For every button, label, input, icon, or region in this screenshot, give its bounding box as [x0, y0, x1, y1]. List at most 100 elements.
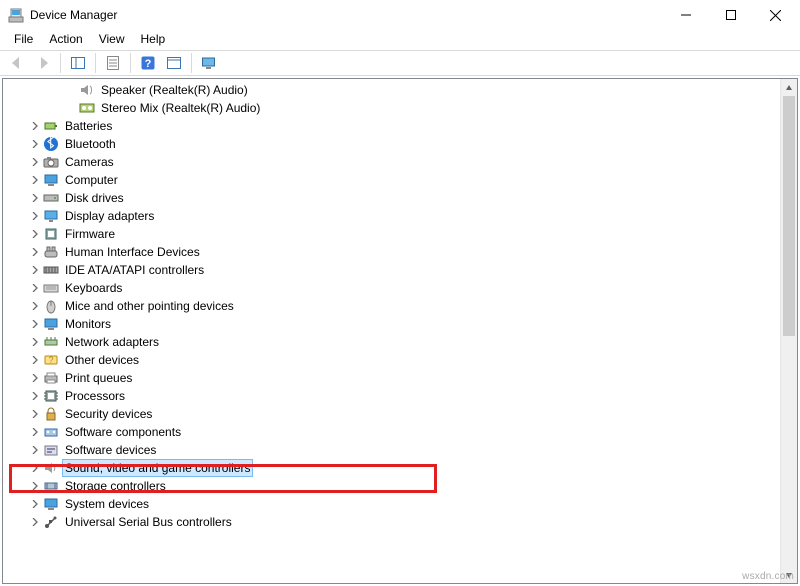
maximize-button[interactable]: [708, 0, 753, 30]
tree-item[interactable]: Software components: [3, 423, 780, 441]
toolbar-separator: [130, 53, 131, 73]
scan-hardware-button[interactable]: [162, 52, 186, 74]
tree-item-label: Software devices: [63, 442, 158, 458]
usb-icon: [43, 514, 59, 530]
tree-item-label: Network adapters: [63, 334, 161, 350]
menu-view[interactable]: View: [91, 30, 133, 48]
forward-button[interactable]: [31, 52, 55, 74]
tree-item-label: IDE ATA/ATAPI controllers: [63, 262, 206, 278]
tree-item[interactable]: Network adapters: [3, 333, 780, 351]
expander-icon[interactable]: [27, 514, 43, 530]
expander-icon[interactable]: [27, 280, 43, 296]
tree-item-label: Keyboards: [63, 280, 124, 296]
tree-item[interactable]: IDE ATA/ATAPI controllers: [3, 261, 780, 279]
scroll-up-button[interactable]: [781, 79, 797, 96]
tree-item[interactable]: Universal Serial Bus controllers: [3, 513, 780, 531]
monitor-icon: [43, 316, 59, 332]
tree-item[interactable]: Keyboards: [3, 279, 780, 297]
ide-icon: [43, 262, 59, 278]
content-pane: Speaker (Realtek(R) Audio)Stereo Mix (Re…: [2, 78, 798, 584]
sound-icon: [43, 460, 59, 476]
softdev-icon: [43, 442, 59, 458]
tree-item[interactable]: System devices: [3, 495, 780, 513]
expander-icon[interactable]: [27, 244, 43, 260]
expander-icon[interactable]: [27, 154, 43, 170]
window-title: Device Manager: [30, 8, 117, 22]
tree-item[interactable]: Batteries: [3, 117, 780, 135]
security-icon: [43, 406, 59, 422]
show-hide-console-button[interactable]: [66, 52, 90, 74]
expander-icon[interactable]: [27, 262, 43, 278]
tree-item-label: Other devices: [63, 352, 141, 368]
scroll-thumb[interactable]: [783, 96, 795, 336]
close-button[interactable]: [753, 0, 798, 30]
battery-icon: [43, 118, 59, 134]
bluetooth-icon: [43, 136, 59, 152]
tree-item-label: Firmware: [63, 226, 117, 242]
tree-item[interactable]: Print queues: [3, 369, 780, 387]
expander-icon[interactable]: [27, 136, 43, 152]
tree-item[interactable]: Cameras: [3, 153, 780, 171]
tree-item[interactable]: Mice and other pointing devices: [3, 297, 780, 315]
expander-icon[interactable]: [27, 442, 43, 458]
computer-icon: [43, 172, 59, 188]
display-devices-button[interactable]: [197, 52, 221, 74]
tree-item-label: Display adapters: [63, 208, 156, 224]
expander-icon[interactable]: [27, 478, 43, 494]
expander-icon[interactable]: [27, 334, 43, 350]
tree-item[interactable]: Security devices: [3, 405, 780, 423]
menu-file[interactable]: File: [6, 30, 41, 48]
expander-icon[interactable]: [27, 316, 43, 332]
tree-item[interactable]: Human Interface Devices: [3, 243, 780, 261]
help-button[interactable]: ?: [136, 52, 160, 74]
minimize-button[interactable]: [663, 0, 708, 30]
menubar: File Action View Help: [0, 30, 800, 50]
expander-icon[interactable]: [27, 208, 43, 224]
vertical-scrollbar[interactable]: [780, 79, 797, 583]
cpu-icon: [43, 388, 59, 404]
expander-icon[interactable]: [27, 172, 43, 188]
tree-item[interactable]: Software devices: [3, 441, 780, 459]
tree-item-label: Bluetooth: [63, 136, 118, 152]
tree-item[interactable]: Disk drives: [3, 189, 780, 207]
expander-icon[interactable]: [27, 352, 43, 368]
tree-item[interactable]: Monitors: [3, 315, 780, 333]
expander-icon[interactable]: [27, 460, 43, 476]
tree-item-label: Stereo Mix (Realtek(R) Audio): [99, 100, 262, 116]
tree-item[interactable]: Processors: [3, 387, 780, 405]
svg-text:?: ?: [48, 355, 53, 365]
tree-item[interactable]: Speaker (Realtek(R) Audio): [3, 81, 780, 99]
expander-icon[interactable]: [27, 118, 43, 134]
menu-help[interactable]: Help: [133, 30, 174, 48]
back-button[interactable]: [5, 52, 29, 74]
tree-item[interactable]: ? Other devices: [3, 351, 780, 369]
tree-item-label: Sound, video and game controllers: [63, 460, 252, 476]
toolbar-separator: [60, 53, 61, 73]
tree-item-label: Disk drives: [63, 190, 126, 206]
tree-item-label: Security devices: [63, 406, 154, 422]
tree-item[interactable]: Display adapters: [3, 207, 780, 225]
expander-icon[interactable]: [27, 226, 43, 242]
tree-item[interactable]: Sound, video and game controllers: [3, 459, 780, 477]
menu-action[interactable]: Action: [41, 30, 90, 48]
expander-icon[interactable]: [27, 370, 43, 386]
properties-button[interactable]: [101, 52, 125, 74]
tree-item[interactable]: Computer: [3, 171, 780, 189]
hid-icon: [43, 244, 59, 260]
tree-item-label: Monitors: [63, 316, 113, 332]
tree-item[interactable]: Storage controllers: [3, 477, 780, 495]
expander-icon[interactable]: [27, 388, 43, 404]
tree-item-label: Software components: [63, 424, 183, 440]
tree-item[interactable]: Stereo Mix (Realtek(R) Audio): [3, 99, 780, 117]
expander-icon[interactable]: [27, 424, 43, 440]
expander-icon[interactable]: [27, 298, 43, 314]
expander-icon[interactable]: [27, 406, 43, 422]
tree-item-label: Human Interface Devices: [63, 244, 202, 260]
mixer-icon: [79, 100, 95, 116]
tree-item-label: Batteries: [63, 118, 114, 134]
expander-icon[interactable]: [27, 496, 43, 512]
tree-item[interactable]: Bluetooth: [3, 135, 780, 153]
expander-icon[interactable]: [27, 190, 43, 206]
device-tree[interactable]: Speaker (Realtek(R) Audio)Stereo Mix (Re…: [3, 79, 780, 583]
tree-item[interactable]: Firmware: [3, 225, 780, 243]
